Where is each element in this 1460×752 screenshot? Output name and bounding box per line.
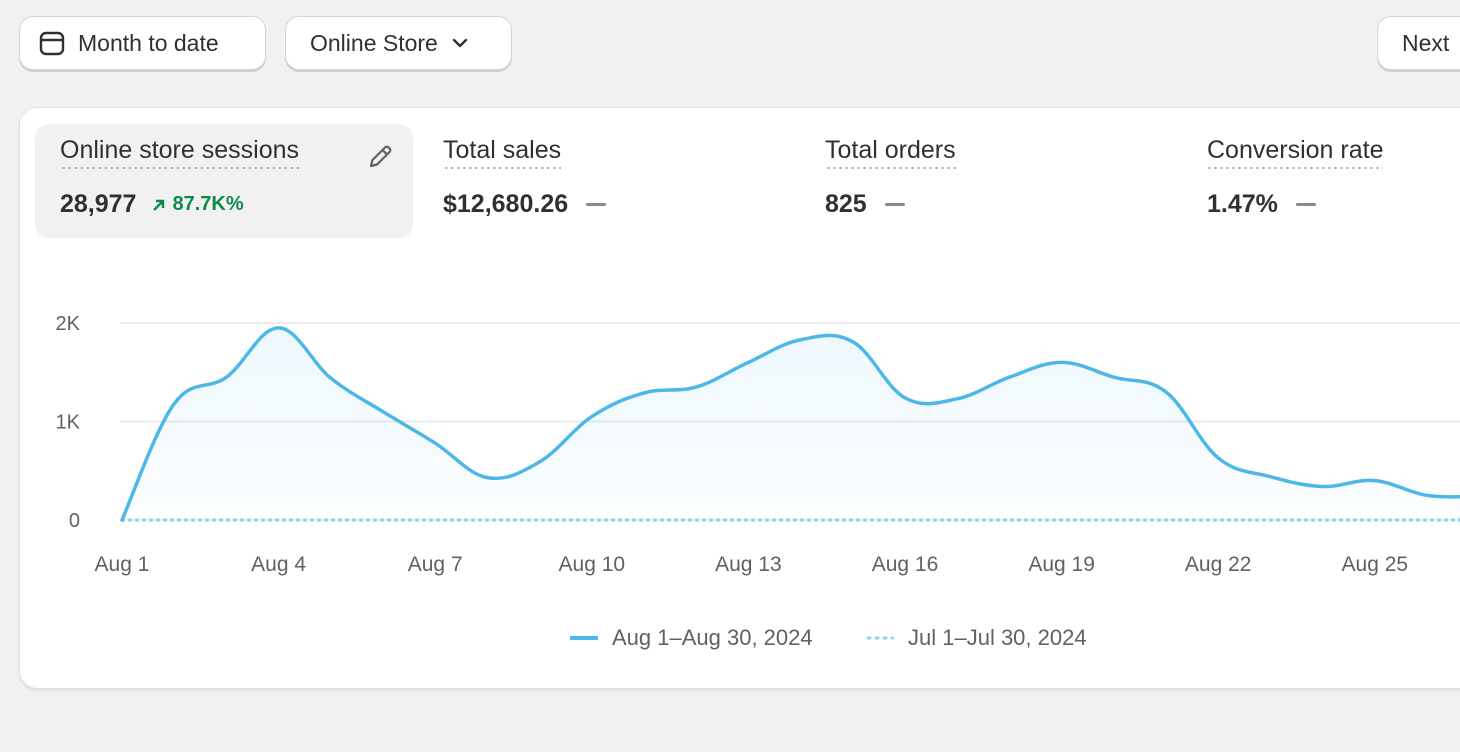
x-tick-label: Aug 25 [1342, 553, 1409, 576]
area-fill-current [122, 327, 1460, 520]
y-tick-label: 0 [69, 510, 80, 532]
chart-legend: Aug 1–Aug 30, 2024 Jul 1–Jul 30, 2024 [20, 625, 1460, 655]
next-label: Next [1402, 29, 1450, 56]
legend-label: Aug 1–Aug 30, 2024 [612, 625, 813, 650]
next-button[interactable]: Next [1377, 16, 1460, 70]
solid-line-swatch [570, 635, 598, 641]
chevron-down-icon [450, 33, 470, 53]
x-tick-label: Aug 7 [408, 553, 463, 576]
x-tick-label: Aug 4 [251, 553, 306, 576]
sessions-card: Online store sessions 28,977 87.7K% Tota… [19, 107, 1460, 689]
channel-dropdown[interactable]: Online Store [285, 16, 512, 70]
calendar-icon [38, 29, 66, 57]
date-range-button[interactable]: Month to date [19, 16, 266, 70]
y-tick-label: 2K [56, 313, 81, 335]
y-tick-label: 1K [56, 412, 81, 434]
dotted-line-swatch [866, 635, 894, 641]
x-tick-label: Aug 13 [715, 553, 782, 576]
legend-label: Jul 1–Jul 30, 2024 [908, 625, 1087, 650]
x-tick-label: Aug 16 [872, 553, 939, 576]
x-tick-label: Aug 22 [1185, 553, 1252, 576]
legend-item-previous[interactable]: Jul 1–Jul 30, 2024 [866, 625, 1087, 651]
x-tick-label: Aug 10 [559, 553, 626, 576]
channel-label: Online Store [310, 29, 438, 56]
x-tick-label: Aug 1 [95, 553, 150, 576]
x-tick-label: Aug 19 [1028, 553, 1095, 576]
legend-item-current[interactable]: Aug 1–Aug 30, 2024 [570, 625, 813, 651]
sessions-chart: 2K 1K 0 Aug 1 Aug 4 Aug 7 Aug 10 Aug 13 Aug 16 Au… [56, 313, 1460, 576]
date-range-label: Month to date [78, 29, 219, 56]
